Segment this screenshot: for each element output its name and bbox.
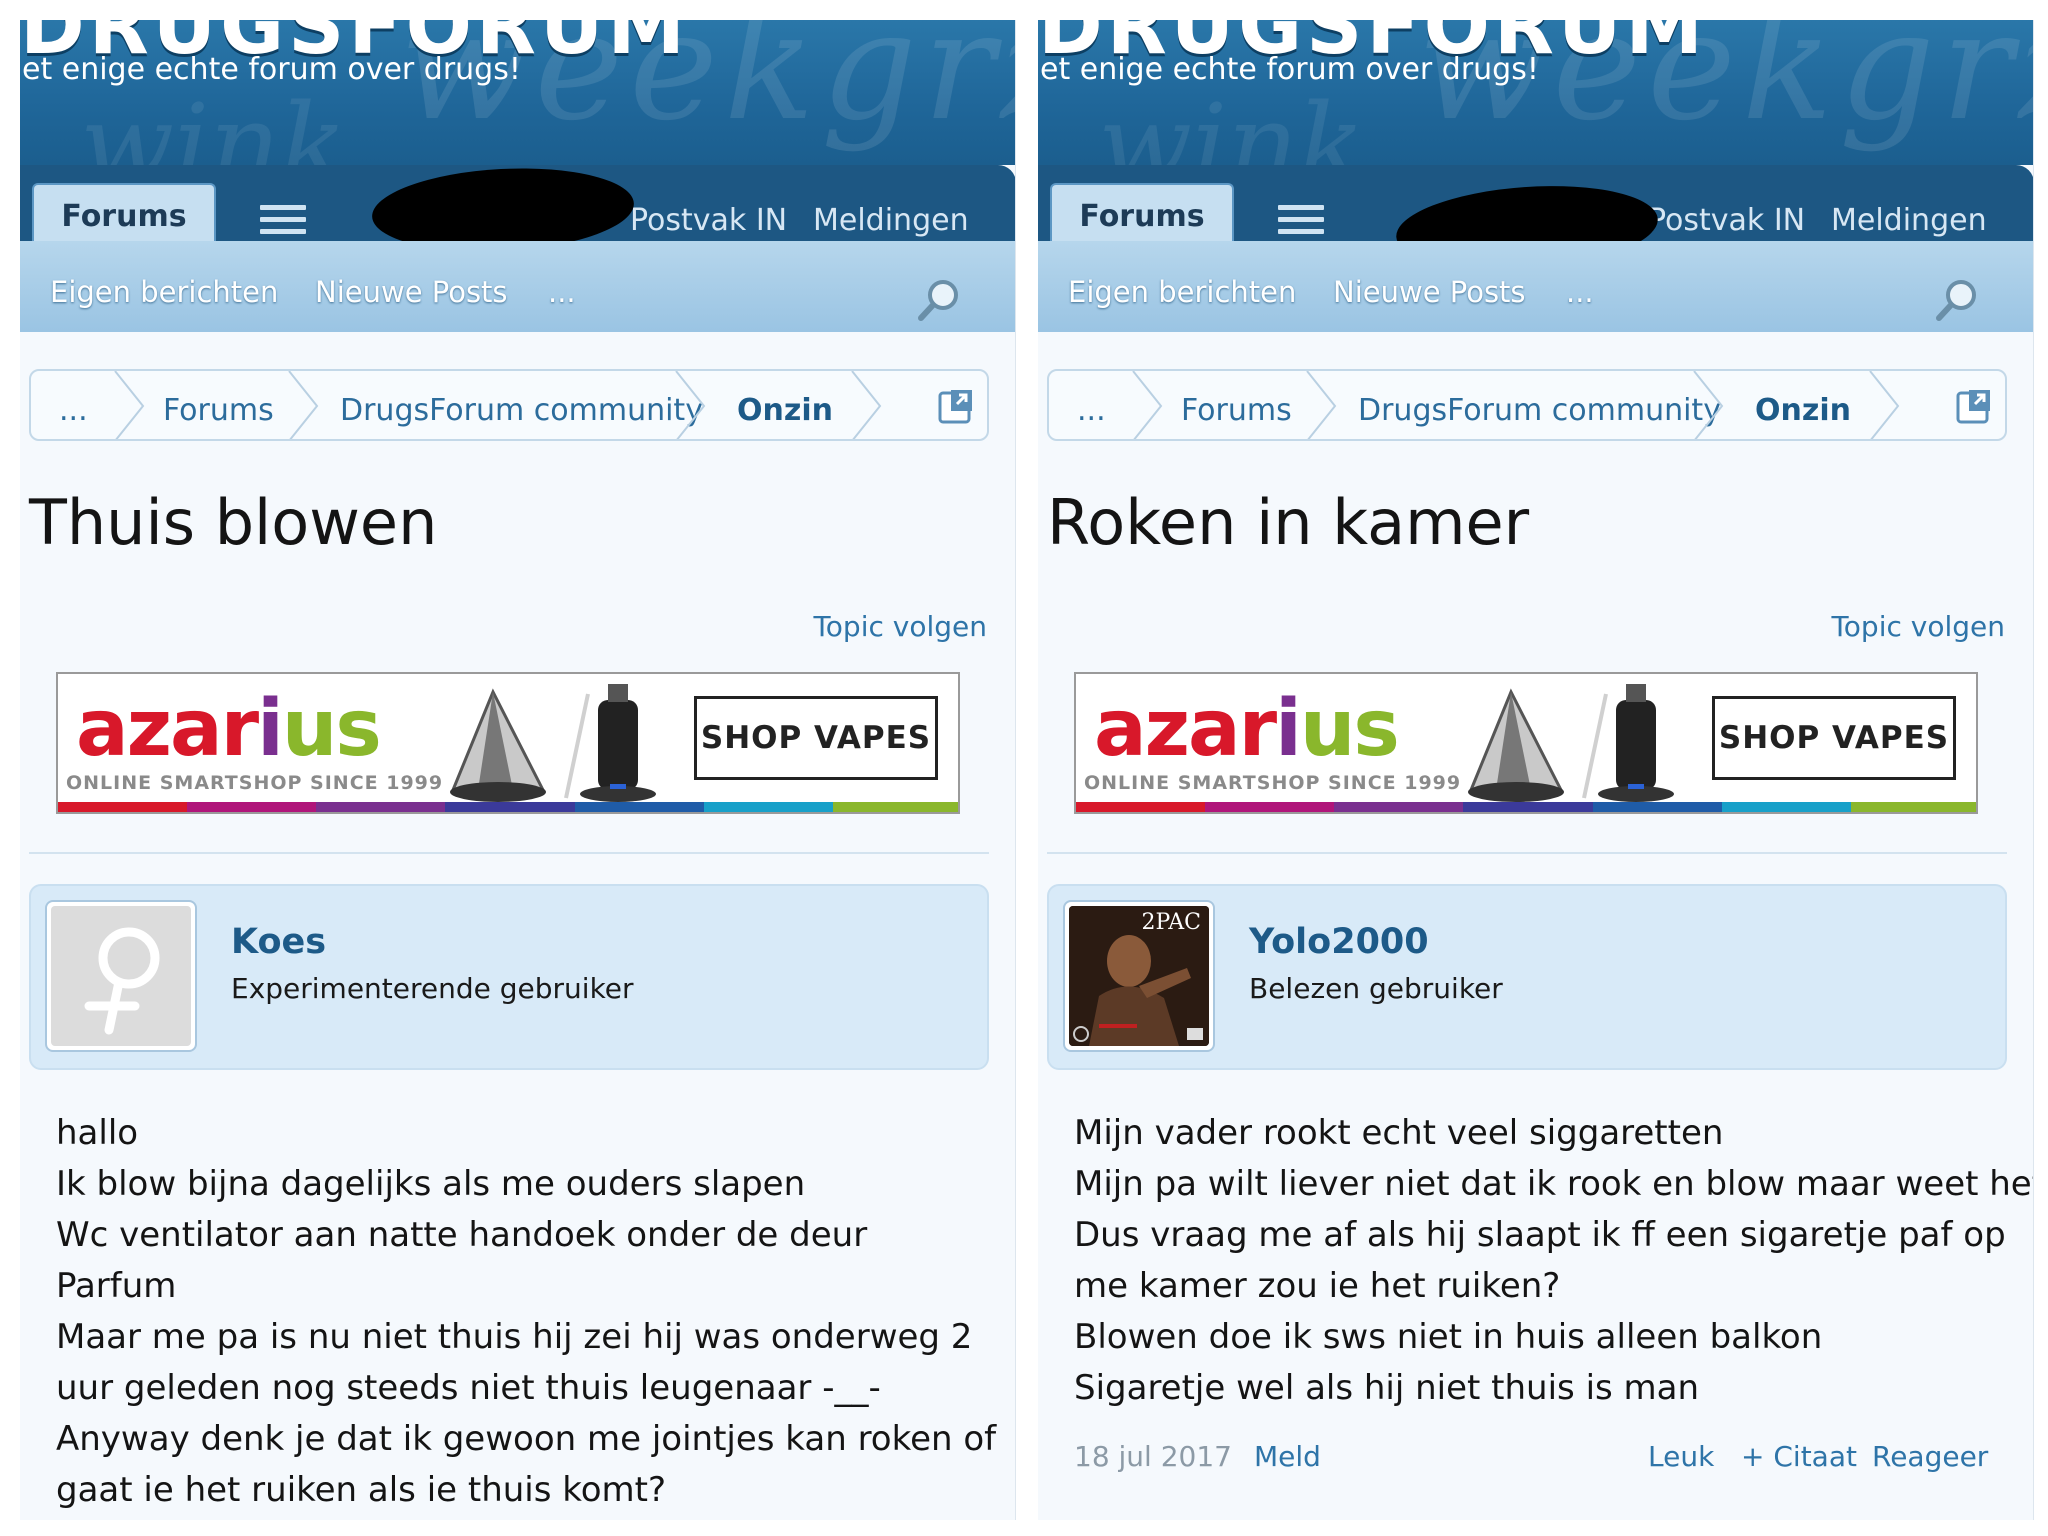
screenshot-panel-left: weekgrzeks wink DRUGSFORUM et enige echt… [20,20,1016,1520]
post-line: me kamer zou ie het ruiken? [1074,1266,1561,1306]
quote-link[interactable]: + Citaat [1741,1440,1857,1473]
menu-icon[interactable] [1278,205,1324,235]
site-tagline: et enige echte forum over drugs! [1040,52,1539,87]
post-date[interactable]: 18 jul 2017 [1074,1440,1232,1473]
vaporizer-image [450,684,656,802]
breadcrumb-chevron-icon [675,371,706,439]
breadcrumb-onzin[interactable]: Onzin [1755,393,1851,428]
follow-topic-link[interactable]: Topic volgen [813,610,987,643]
breadcrumb-community[interactable]: DrugsForum community [1358,393,1721,428]
ad-banner[interactable]: azarius ONLINE SMARTSHOP SINCE 1999 SHOP… [56,672,960,814]
report-link[interactable]: Meld [1254,1440,1321,1473]
breadcrumb: ... Forums DrugsForum community Onzin [29,369,989,441]
ad-logo: azarius [1094,684,1400,774]
post-line: Ik blow bijna dagelijks als me ouders sl… [56,1164,806,1204]
post-footer: 18 jul 2017 Meld Leuk + Citaat Reageer [1074,1440,1988,1480]
reply-link[interactable]: Reageer [1872,1440,1988,1473]
site-header: weekgrzeks wink DRUGSFORUM et enige echt… [1038,20,2033,165]
tab-forums[interactable]: Forums [32,183,216,247]
post-line: Mijn pa wilt liever niet dat ik rook en … [1074,1164,2034,1204]
sub-nav: Eigen berichten Nieuwe Posts ... [20,241,1015,332]
breadcrumb-chevron-icon [288,371,319,439]
post-line: Anyway denk je dat ik gewoon me jointjes… [56,1419,997,1459]
site-tagline: et enige echte forum over drugs! [22,52,521,87]
avatar[interactable] [45,900,197,1052]
tab-alerts[interactable]: Meldingen [813,203,969,238]
female-symbol-icon [84,927,160,1035]
popout-icon[interactable] [1955,387,1993,425]
post-message: hallo Ik blow bijna dagelijks als me oud… [56,1108,997,1516]
post-author-card: Koes Experimenterende gebruiker [29,884,989,1070]
tab-inbox[interactable]: Postvak IN [1648,203,1805,238]
search-icon[interactable] [916,277,962,323]
menu-icon[interactable] [260,205,306,235]
screenshot-panel-right: weekgrzeks wink DRUGSFORUM et enige echt… [1038,20,2034,1520]
subnav-new-posts[interactable]: Nieuwe Posts [315,275,508,309]
breadcrumb-home[interactable]: ... [1077,393,1106,428]
post-line: Maar me pa is nu niet thuis hij zei hij … [56,1317,973,1357]
breadcrumb-community[interactable]: DrugsForum community [340,393,703,428]
subnav-new-posts[interactable]: Nieuwe Posts [1333,275,1526,309]
post-line: gaat ie het ruiken als ie thuis komt? [56,1470,667,1510]
follow-topic-link[interactable]: Topic volgen [1831,610,2005,643]
post-line: Blowen doe ik sws niet in huis alleen ba… [1074,1317,1823,1357]
popout-icon[interactable] [937,387,975,425]
avatar-label: 2PAC [1141,910,1201,935]
tab-inbox[interactable]: Postvak IN [630,203,787,238]
post-line: Wc ventilator aan natte handoek onder de… [56,1215,868,1255]
site-header: weekgrzeks wink DRUGSFORUM et enige echt… [20,20,1015,165]
tab-forums[interactable]: Forums [1050,183,1234,247]
main-tab-bar: Forums Postvak IN Meldingen [1038,165,2033,279]
search-icon[interactable] [1934,277,1980,323]
username[interactable]: Yolo2000 [1249,922,1429,962]
post-line: Parfum [56,1266,177,1306]
shop-vapes-button[interactable]: SHOP VAPES [694,696,938,780]
divider [1047,852,2007,854]
breadcrumb-chevron-icon [1132,371,1163,439]
subnav-own-posts[interactable]: Eigen berichten [50,275,278,309]
subnav-more[interactable]: ... [1566,275,1594,309]
breadcrumb-chevron-icon [114,371,145,439]
ad-banner[interactable]: azarius ONLINE SMARTSHOP SINCE 1999 SHOP… [1074,672,1978,814]
thread-title: Thuis blowen [29,486,438,559]
breadcrumb-onzin[interactable]: Onzin [737,393,833,428]
post-line: uur geleden nog steeds niet thuis leugen… [56,1368,881,1408]
subnav-own-posts[interactable]: Eigen berichten [1068,275,1296,309]
like-link[interactable]: Leuk [1648,1440,1714,1473]
divider [29,852,989,854]
sub-nav: Eigen berichten Nieuwe Posts ... [1038,241,2033,332]
breadcrumb-forums[interactable]: Forums [163,393,274,428]
post-line: Dus vraag me af als hij slaapt ik ff een… [1074,1215,2006,1255]
breadcrumb-home[interactable]: ... [59,393,88,428]
vaporizer-image [1468,684,1674,802]
breadcrumb-chevron-icon [1869,371,1900,439]
user-title: Experimenterende gebruiker [231,972,634,1005]
post-line: hallo [56,1113,139,1153]
shop-vapes-button[interactable]: SHOP VAPES [1712,696,1956,780]
breadcrumb-chevron-icon [851,371,882,439]
breadcrumb-chevron-icon [1693,371,1724,439]
breadcrumb: ... Forums DrugsForum community Onzin [1047,369,2007,441]
post-message: Mijn vader rookt echt veel siggaretten M… [1074,1108,2034,1414]
breadcrumb-forums[interactable]: Forums [1181,393,1292,428]
user-title: Belezen gebruiker [1249,972,1503,1005]
ad-color-strip [58,802,958,812]
avatar[interactable]: 2PAC [1063,900,1215,1052]
ad-logo: azarius [76,684,382,774]
post-author-card: 2PAC Yolo2000 Belezen gebruiker [1047,884,2007,1070]
tab-alerts[interactable]: Meldingen [1831,203,1987,238]
breadcrumb-chevron-icon [1306,371,1337,439]
main-tab-bar: Forums Postvak IN Meldingen [20,162,1015,258]
ad-color-strip [1076,802,1976,812]
subnav-more[interactable]: ... [548,275,576,309]
ad-subtitle: ONLINE SMARTSHOP SINCE 1999 [1084,772,1462,794]
post-line: Mijn vader rookt echt veel siggaretten [1074,1113,1724,1153]
post-line: Sigaretje wel als hij niet thuis is man [1074,1368,1700,1408]
thread-title: Roken in kamer [1047,486,1530,559]
username[interactable]: Koes [231,922,326,962]
ad-subtitle: ONLINE SMARTSHOP SINCE 1999 [66,772,444,794]
